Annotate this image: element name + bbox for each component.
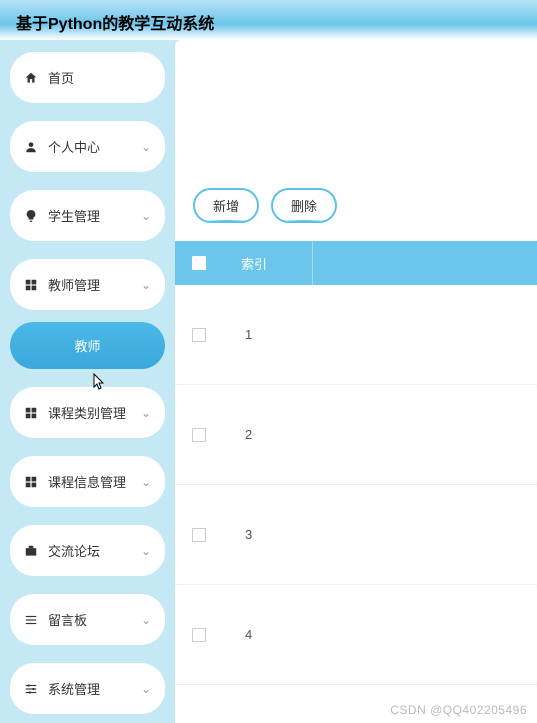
sidebar-item-course-category[interactable]: 课程类别管理 ⌄: [10, 387, 165, 438]
chevron-down-icon: ⌄: [141, 475, 151, 489]
action-bar: 新增 删除: [175, 188, 537, 241]
main-inner: 新增 删除 索引 1 2: [175, 170, 537, 685]
grid-icon: [24, 475, 38, 489]
sliders-icon: [24, 682, 38, 696]
app-header: 基于Python的教学互动系统: [0, 0, 537, 40]
table-header-row: 索引: [175, 241, 537, 285]
sidebar-item-label: 课程类别管理: [48, 403, 131, 422]
row-index: 2: [223, 427, 313, 442]
row-index: 4: [223, 627, 313, 642]
sidebar-item-students[interactable]: 学生管理 ⌄: [10, 190, 165, 241]
sidebar-item-label: 教师管理: [48, 275, 131, 294]
sidebar-item-label: 首页: [48, 68, 151, 87]
row-checkbox[interactable]: [192, 628, 206, 642]
sidebar: 首页 个人中心 ⌄ 学生管理 ⌄ 教师管理 ⌄ 教师 课程类别管理 ⌄ 课程信: [0, 40, 175, 723]
sidebar-item-messages[interactable]: 留言板 ⌄: [10, 594, 165, 645]
chevron-down-icon: ⌄: [141, 209, 151, 223]
sidebar-item-profile[interactable]: 个人中心 ⌄: [10, 121, 165, 172]
sidebar-item-system[interactable]: 系统管理 ⌄: [10, 663, 165, 714]
row-check-cell: [175, 428, 223, 442]
column-header-index[interactable]: 索引: [223, 241, 313, 285]
select-all-checkbox[interactable]: [192, 256, 206, 270]
sidebar-subitem-teacher[interactable]: 教师: [10, 322, 165, 369]
sidebar-item-label: 系统管理: [48, 679, 131, 698]
briefcase-icon: [24, 544, 38, 558]
delete-button[interactable]: 删除: [271, 188, 337, 223]
row-check-cell: [175, 328, 223, 342]
bulb-icon: [24, 209, 38, 223]
page-title: 基于Python的教学互动系统: [16, 10, 521, 34]
chevron-down-icon: ⌄: [141, 613, 151, 627]
table-row: 4: [175, 585, 537, 685]
row-check-cell: [175, 528, 223, 542]
add-button[interactable]: 新增: [193, 188, 259, 223]
table-row: 3: [175, 485, 537, 585]
sidebar-item-forum[interactable]: 交流论坛 ⌄: [10, 525, 165, 576]
sidebar-item-teachers[interactable]: 教师管理 ⌄: [10, 259, 165, 310]
home-icon: [24, 71, 38, 85]
grid-icon: [24, 406, 38, 420]
select-all-cell: [175, 256, 223, 270]
sidebar-item-label: 学生管理: [48, 206, 131, 225]
table-row: 1: [175, 285, 537, 385]
main-content: 新增 删除 索引 1 2: [175, 40, 537, 723]
sidebar-item-label: 交流论坛: [48, 541, 131, 560]
chevron-down-icon: ⌄: [141, 278, 151, 292]
sidebar-item-label: 课程信息管理: [48, 472, 131, 491]
row-checkbox[interactable]: [192, 428, 206, 442]
chevron-down-icon: ⌄: [141, 140, 151, 154]
user-icon: [24, 140, 38, 154]
row-checkbox[interactable]: [192, 528, 206, 542]
sidebar-item-label: 留言板: [48, 610, 131, 629]
chevron-down-icon: ⌄: [141, 682, 151, 696]
chevron-down-icon: ⌄: [141, 544, 151, 558]
sidebar-item-course-info[interactable]: 课程信息管理 ⌄: [10, 456, 165, 507]
data-table: 索引 1 2 3 4: [175, 241, 537, 685]
sidebar-subitem-label: 教师: [74, 339, 100, 354]
row-index: 1: [223, 327, 313, 342]
list-icon: [24, 613, 38, 627]
row-checkbox[interactable]: [192, 328, 206, 342]
chevron-down-icon: ⌄: [141, 406, 151, 420]
grid-icon: [24, 278, 38, 292]
table-row: 2: [175, 385, 537, 485]
watermark: CSDN @QQ402205496: [390, 703, 527, 717]
sidebar-item-label: 个人中心: [48, 137, 131, 156]
content-area: 首页 个人中心 ⌄ 学生管理 ⌄ 教师管理 ⌄ 教师 课程类别管理 ⌄ 课程信: [0, 40, 537, 723]
sidebar-item-home[interactable]: 首页: [10, 52, 165, 103]
row-index: 3: [223, 527, 313, 542]
spacer: [175, 40, 537, 170]
row-check-cell: [175, 628, 223, 642]
